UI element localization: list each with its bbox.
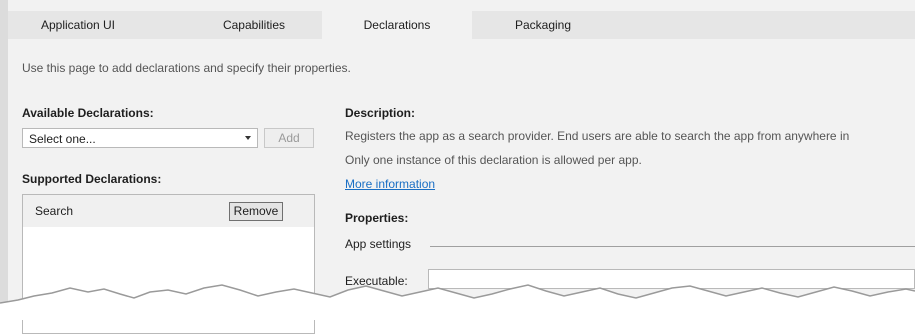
torn-edge: [0, 284, 915, 320]
